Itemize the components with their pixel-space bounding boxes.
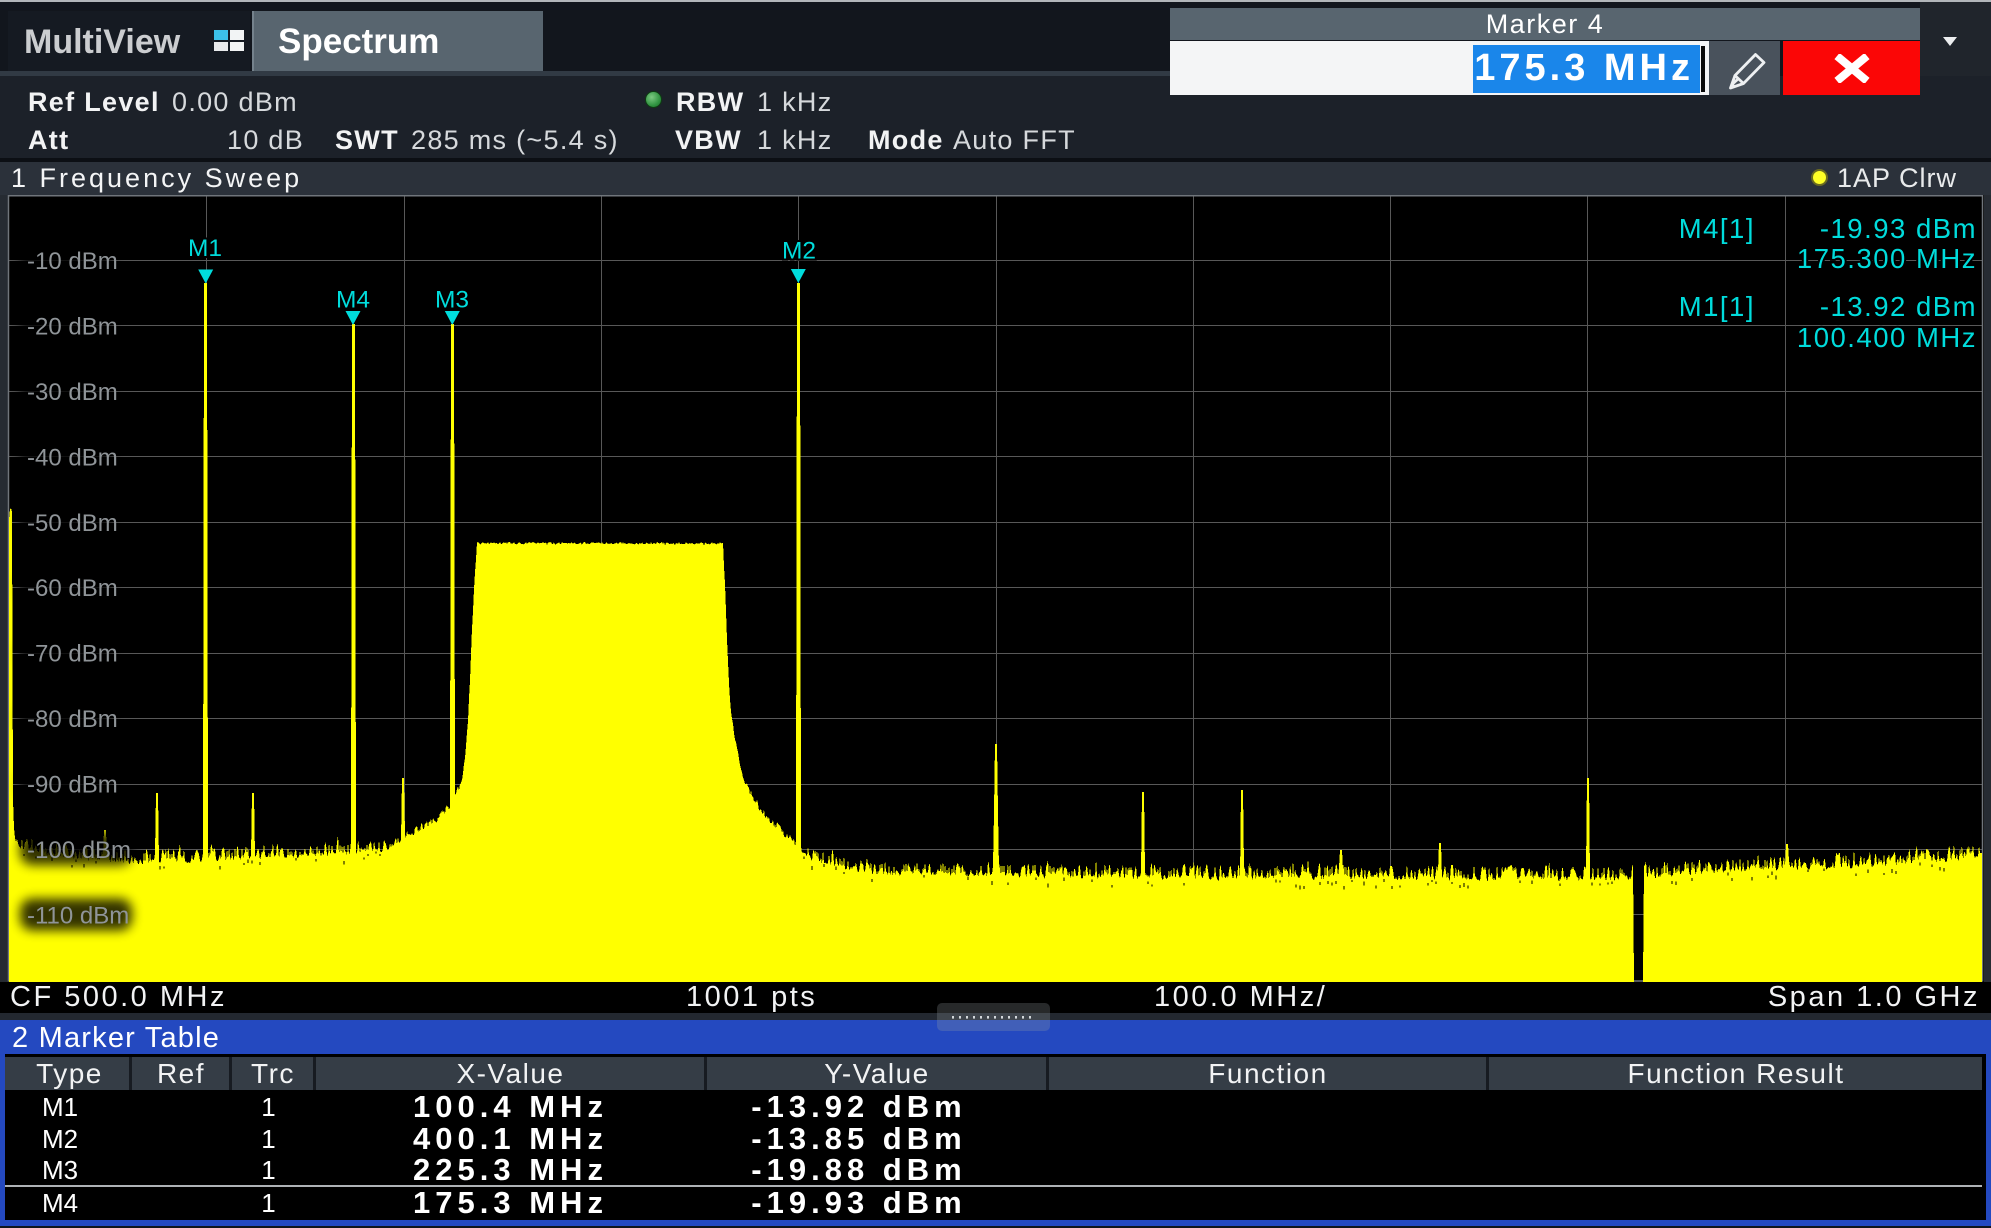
svg-text:M2: M2 [782,238,816,265]
svg-text:M1: M1 [188,235,222,262]
svg-text:-110 dBm: -110 dBm [27,903,129,930]
svg-text:175.300 MHz: 175.300 MHz [1797,243,1977,274]
svg-text:-40 dBm: -40 dBm [27,444,118,471]
svg-text:M3: M3 [435,287,469,314]
svg-text:-10 dBm: -10 dBm [27,248,118,275]
svg-text:M4[1]: M4[1] [1679,213,1755,244]
svg-text:-60 dBm: -60 dBm [27,575,118,602]
svg-text:-13.92 dBm: -13.92 dBm [1820,291,1977,322]
svg-text:-50 dBm: -50 dBm [27,510,118,537]
svg-text:-19.93 dBm: -19.93 dBm [1820,213,1977,244]
svg-text:M1[1]: M1[1] [1679,291,1755,322]
svg-text:-70 dBm: -70 dBm [27,641,118,668]
svg-text:-90 dBm: -90 dBm [27,772,118,799]
svg-text:-100 dBm: -100 dBm [27,837,131,864]
svg-text:-30 dBm: -30 dBm [27,379,118,406]
svg-text:M4: M4 [336,287,370,314]
svg-text:100.400 MHz: 100.400 MHz [1797,322,1977,353]
svg-text:-80 dBm: -80 dBm [27,706,118,733]
svg-text:-20 dBm: -20 dBm [27,313,118,340]
